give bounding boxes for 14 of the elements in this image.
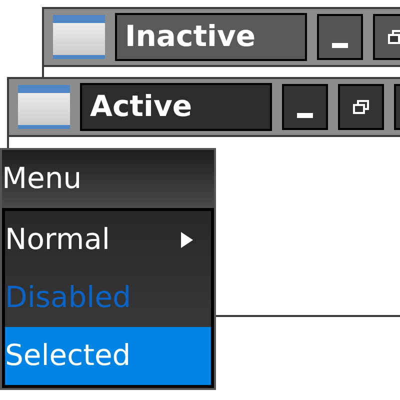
menu-title: Menu bbox=[2, 150, 214, 208]
restore-icon bbox=[388, 30, 400, 44]
window-icon bbox=[53, 15, 105, 59]
window-icon bbox=[18, 85, 70, 129]
restore-icon bbox=[353, 100, 369, 114]
minimize-button[interactable] bbox=[317, 14, 363, 60]
restore-button[interactable] bbox=[338, 84, 384, 130]
window-title: Inactive bbox=[115, 13, 307, 61]
menu-item[interactable]: Selected bbox=[5, 327, 211, 385]
minimize-button[interactable] bbox=[282, 84, 328, 130]
minimize-icon bbox=[297, 113, 313, 118]
window-title: Active bbox=[80, 83, 272, 131]
menu-item[interactable]: Normal bbox=[5, 211, 211, 269]
minimize-icon bbox=[332, 43, 348, 48]
